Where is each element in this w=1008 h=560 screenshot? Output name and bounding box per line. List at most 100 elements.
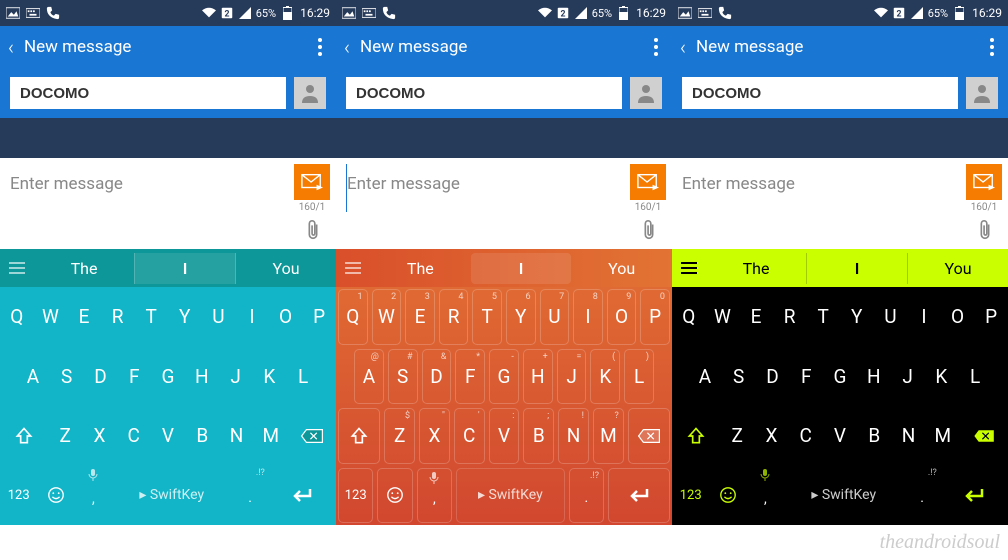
add-contact-button[interactable] (294, 77, 326, 109)
period-key[interactable]: .!?. (231, 466, 268, 526)
key-j[interactable]: J (891, 347, 925, 407)
key-w[interactable]: W2 (372, 289, 402, 345)
key-c[interactable]: C (117, 406, 151, 466)
period-key[interactable]: .!?. (903, 466, 940, 526)
key-d[interactable]: D (84, 347, 118, 407)
add-contact-button[interactable] (630, 77, 662, 109)
key-e[interactable]: E (67, 287, 101, 347)
key-e[interactable]: E3 (405, 289, 435, 345)
message-input[interactable]: Enter message (682, 164, 966, 212)
key-f[interactable]: F* (455, 349, 485, 405)
comma-key[interactable]: , (417, 468, 452, 524)
overflow-menu-button[interactable] (648, 32, 664, 62)
backspace-key[interactable] (628, 408, 670, 464)
key-p[interactable]: P (974, 287, 1008, 347)
key-l[interactable]: L (958, 347, 992, 407)
key-s[interactable]: S (50, 347, 84, 407)
key-a[interactable]: A@ (354, 349, 384, 405)
key-o[interactable]: O (269, 287, 303, 347)
space-key[interactable]: ▸ SwiftKey (456, 468, 565, 524)
key-m[interactable]: M (254, 406, 288, 466)
emoji-key[interactable] (37, 466, 74, 526)
key-h[interactable]: H+ (523, 349, 553, 405)
back-icon[interactable]: ‹ (8, 35, 14, 59)
key-a[interactable]: A (688, 347, 722, 407)
key-r[interactable]: R4 (439, 289, 469, 345)
period-key[interactable]: .!?. (569, 468, 604, 524)
space-key[interactable]: ▸ SwiftKey (112, 466, 231, 526)
key-x[interactable]: X (754, 406, 788, 466)
key-u[interactable]: U (874, 287, 908, 347)
key-r[interactable]: R (773, 287, 807, 347)
numeric-key[interactable]: 123 (0, 466, 37, 526)
enter-key[interactable] (941, 466, 1008, 526)
key-k[interactable]: K (924, 347, 958, 407)
key-c[interactable]: C (789, 406, 823, 466)
key-k[interactable]: K( (590, 349, 620, 405)
key-p[interactable]: P0 (640, 289, 670, 345)
backspace-key[interactable] (960, 406, 1008, 466)
suggestion-2[interactable]: I (471, 253, 572, 284)
key-x[interactable]: X (82, 406, 116, 466)
shift-key[interactable] (672, 406, 720, 466)
key-t[interactable]: T (806, 287, 840, 347)
key-u[interactable]: U (202, 287, 236, 347)
key-m[interactable]: M (926, 406, 960, 466)
key-n[interactable]: N! (558, 408, 589, 464)
key-o[interactable]: O (941, 287, 975, 347)
add-contact-button[interactable] (966, 77, 998, 109)
suggestion-1[interactable]: The (706, 253, 806, 284)
key-j[interactable]: J (219, 347, 253, 407)
space-key[interactable]: ▸ SwiftKey (784, 466, 903, 526)
overflow-menu-button[interactable] (984, 32, 1000, 62)
key-d[interactable]: D& (422, 349, 452, 405)
suggestion-3[interactable]: You (236, 253, 336, 284)
key-r[interactable]: R (101, 287, 135, 347)
key-y[interactable]: Y (168, 287, 202, 347)
key-w[interactable]: W (706, 287, 740, 347)
suggestion-1[interactable]: The (34, 253, 134, 284)
send-button[interactable] (966, 164, 1002, 200)
key-t[interactable]: T5 (472, 289, 502, 345)
comma-key[interactable]: , (747, 466, 784, 526)
comma-key[interactable]: , (75, 466, 112, 526)
recipient-input[interactable] (682, 77, 958, 109)
key-z[interactable]: Z (720, 406, 754, 466)
key-v[interactable]: V: (489, 408, 520, 464)
message-input[interactable]: Enter message (346, 164, 630, 212)
key-t[interactable]: T (134, 287, 168, 347)
key-a[interactable]: A (16, 347, 50, 407)
shift-key[interactable] (338, 408, 380, 464)
key-v[interactable]: V (823, 406, 857, 466)
key-y[interactable]: Y6 (506, 289, 536, 345)
key-b[interactable]: B (185, 406, 219, 466)
key-j[interactable]: J= (557, 349, 587, 405)
suggestion-3[interactable]: You (571, 253, 672, 284)
key-q[interactable]: Q (0, 287, 34, 347)
key-u[interactable]: U7 (540, 289, 570, 345)
key-g[interactable]: G- (489, 349, 519, 405)
key-b[interactable]: B; (523, 408, 554, 464)
key-m[interactable]: M? (593, 408, 624, 464)
key-b[interactable]: B (857, 406, 891, 466)
numeric-key[interactable]: 123 (672, 466, 709, 526)
key-p[interactable]: P (302, 287, 336, 347)
key-w[interactable]: W (34, 287, 68, 347)
back-icon[interactable]: ‹ (680, 35, 686, 59)
send-button[interactable] (630, 164, 666, 200)
key-y[interactable]: Y (840, 287, 874, 347)
recipient-input[interactable] (346, 77, 622, 109)
key-i[interactable]: I (235, 287, 269, 347)
key-s[interactable]: S# (388, 349, 418, 405)
key-e[interactable]: E (739, 287, 773, 347)
suggestion-2[interactable]: I (806, 253, 908, 284)
key-k[interactable]: K (252, 347, 286, 407)
suggestion-1[interactable]: The (370, 253, 471, 284)
recipient-input[interactable] (10, 77, 286, 109)
key-g[interactable]: G (151, 347, 185, 407)
key-f[interactable]: F (789, 347, 823, 407)
attach-button[interactable] (972, 217, 998, 243)
key-z[interactable]: Z$ (384, 408, 415, 464)
attach-button[interactable] (300, 217, 326, 243)
keyboard-menu-icon[interactable] (0, 262, 34, 274)
